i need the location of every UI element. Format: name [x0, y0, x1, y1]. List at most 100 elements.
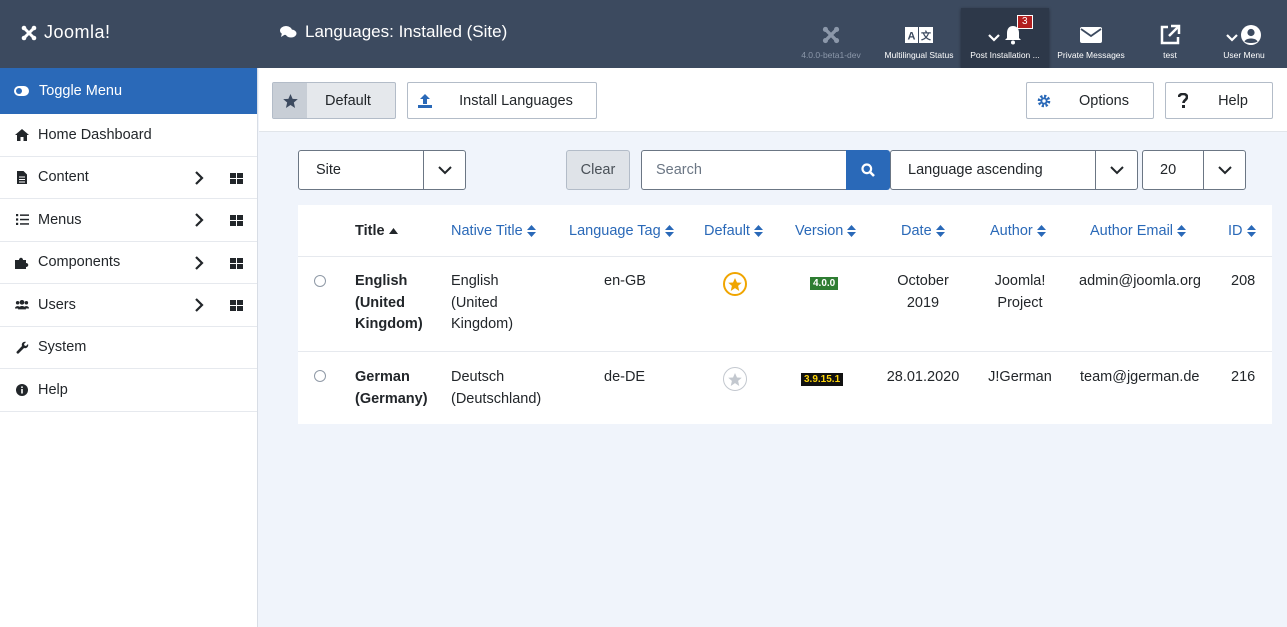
sidebar-item-help[interactable]: Help: [0, 369, 257, 412]
chevron-down-icon: [437, 165, 452, 174]
view-site-button[interactable]: test: [1133, 8, 1207, 68]
author-email-cell: team@jgerman.de: [1080, 369, 1200, 385]
column-header-default[interactable]: Default: [704, 205, 763, 257]
chevron-right-icon[interactable]: [194, 255, 204, 270]
set-default-star-button[interactable]: [723, 367, 747, 391]
install-languages-label: Install Languages: [459, 92, 573, 109]
native-title-cell: English (United Kingdom): [451, 273, 514, 332]
language-icon: A 文: [905, 27, 933, 43]
help-button[interactable]: Help: [1165, 82, 1273, 119]
sidebar-item-components[interactable]: Components: [0, 242, 257, 284]
sidebar-item-menus[interactable]: Menus: [0, 199, 257, 242]
joomla-logo-icon: [21, 25, 37, 40]
version-badge: 3.9.15.1: [801, 373, 844, 386]
column-header-title[interactable]: Title: [355, 205, 398, 257]
column-header-author-email[interactable]: Author Email: [1090, 205, 1187, 257]
column-header-label: Language Tag: [569, 223, 661, 239]
date-cell: 28.01.2020: [886, 369, 960, 385]
chevron-right-icon[interactable]: [194, 170, 204, 185]
sort-icon: [753, 225, 763, 237]
star-icon: [728, 372, 742, 386]
logo-text: Joomla!: [44, 22, 111, 42]
version-badge: 4.0.0: [810, 277, 839, 290]
toggle-menu-label: Toggle Menu: [39, 83, 123, 99]
toggle-menu-button[interactable]: Toggle Menu: [0, 68, 257, 114]
private-messages-button[interactable]: Private Messages: [1049, 8, 1133, 68]
chevron-right-icon[interactable]: [194, 213, 204, 227]
sort-icon: [1036, 225, 1046, 237]
limit-select-value: 20: [1160, 162, 1177, 178]
view-site-label: test: [1163, 50, 1177, 60]
column-header-native-title[interactable]: Native Title: [451, 205, 536, 257]
dashboard-grid-icon[interactable]: [230, 215, 243, 226]
column-header-language-tag[interactable]: Language Tag: [569, 205, 674, 257]
id-cell: 208: [1231, 273, 1256, 289]
star-icon: [282, 93, 298, 108]
id-cell: 216: [1231, 369, 1256, 385]
sort-icon: [526, 225, 536, 237]
clear-button[interactable]: Clear: [566, 150, 630, 190]
limit-select[interactable]: 20: [1142, 150, 1246, 190]
options-label: Options: [1079, 92, 1129, 109]
row-select-radio[interactable]: [314, 275, 326, 287]
ordering-select-value: Language ascending: [908, 162, 1043, 178]
default-star-button[interactable]: [723, 272, 747, 296]
sort-icon: [935, 225, 945, 237]
toolbar: Default Install Languages Options Help: [259, 68, 1287, 132]
column-header-version[interactable]: Version: [795, 205, 857, 257]
sidebar-item-content[interactable]: Content: [0, 157, 257, 199]
column-header-label: Date: [901, 223, 932, 239]
column-header-label: Author Email: [1090, 223, 1174, 239]
row-select-radio[interactable]: [314, 370, 326, 382]
column-header-label: Title: [355, 223, 385, 239]
sidebar-item-users[interactable]: Users: [0, 284, 257, 327]
sidebar-item-home-dashboard[interactable]: Home Dashboard: [0, 114, 257, 157]
post-installation-button[interactable]: 3 Post Installation ...: [961, 8, 1049, 68]
dashboard-grid-icon[interactable]: [230, 300, 243, 311]
sidebar-item-label: Menus: [38, 211, 82, 228]
column-header-label: Default: [704, 223, 750, 239]
external-link-icon: [1160, 24, 1181, 45]
chevron-right-icon[interactable]: [194, 298, 204, 312]
row-divider: [298, 351, 1272, 352]
language-tag-cell: de-DE: [604, 369, 646, 385]
sidebar-item-system[interactable]: System: [0, 327, 257, 369]
chevron-down-icon: [1109, 165, 1124, 174]
sidebar-item-label: Content: [38, 169, 89, 186]
title-cell: German (Germany): [355, 369, 428, 407]
help-label: Help: [1218, 92, 1248, 109]
header-toolbar: 4.0.0-beta1-dev A 文 Multilingual Status: [795, 0, 1287, 68]
page-title-text: Languages: Installed (Site): [305, 22, 508, 41]
sidebar-item-label: Home Dashboard: [38, 126, 152, 143]
multilingual-status-button[interactable]: A 文 Multilingual Status: [877, 8, 961, 68]
client-select[interactable]: Site: [298, 150, 466, 190]
sidebar: Toggle Menu Home Dashboard Content Menus…: [0, 68, 258, 627]
install-languages-button[interactable]: Install Languages: [407, 82, 597, 119]
default-button[interactable]: Default: [272, 82, 396, 119]
search-input[interactable]: [641, 150, 846, 190]
ordering-select[interactable]: Language ascending: [890, 150, 1138, 190]
dashboard-grid-icon[interactable]: [230, 257, 243, 269]
column-header-label: ID: [1228, 223, 1243, 239]
chevron-down-icon: [1226, 34, 1238, 42]
sort-icon: [1246, 225, 1256, 237]
client-select-value: Site: [316, 162, 341, 178]
search-icon: [861, 163, 875, 177]
column-header-date[interactable]: Date: [901, 205, 945, 257]
joomla-logo[interactable]: Joomla!: [20, 22, 111, 43]
puzzle-icon: [15, 257, 29, 269]
date-cell: October 2019: [897, 273, 949, 311]
toggle-on-icon: [14, 86, 29, 96]
options-button[interactable]: Options: [1026, 82, 1154, 119]
svg-text:文: 文: [921, 30, 932, 43]
dashboard-grid-icon[interactable]: [230, 172, 243, 184]
wrench-icon: [15, 341, 28, 354]
user-menu-button[interactable]: User Menu: [1207, 8, 1281, 68]
sort-icon: [847, 225, 857, 237]
sort-icon: [1177, 225, 1187, 237]
column-header-author[interactable]: Author: [990, 205, 1046, 257]
language-tag-cell: en-GB: [604, 273, 646, 289]
column-header-id[interactable]: ID: [1228, 205, 1256, 257]
search-button[interactable]: [846, 150, 890, 190]
comments-icon: [280, 26, 297, 38]
